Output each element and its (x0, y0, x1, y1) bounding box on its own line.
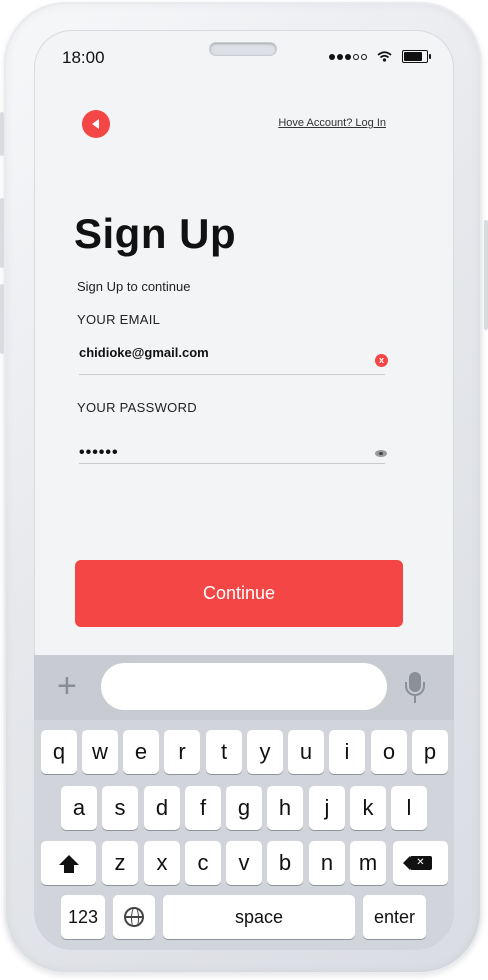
key-e[interactable]: e (123, 730, 159, 774)
status-icons (329, 50, 431, 63)
key-r[interactable]: r (164, 730, 200, 774)
key-i[interactable]: i (329, 730, 365, 774)
key-b[interactable]: b (267, 841, 303, 885)
microphone-icon[interactable] (404, 672, 426, 705)
keyboard-text-input[interactable] (101, 663, 387, 710)
globe-icon (124, 907, 144, 927)
globe-key[interactable] (113, 895, 155, 939)
password-field[interactable]: •••••• (79, 444, 387, 464)
wifi-icon (377, 51, 392, 62)
page-title: Sign Up (74, 210, 237, 257)
space-key[interactable]: space (163, 895, 355, 939)
key-y[interactable]: y (247, 730, 283, 774)
continue-button[interactable]: Continue (75, 560, 403, 627)
key-t[interactable]: t (206, 730, 242, 774)
back-arrow-icon (91, 119, 99, 129)
battery-icon (402, 50, 431, 63)
key-h[interactable]: h (267, 786, 303, 830)
backspace-icon: ✕ (402, 856, 432, 870)
side-button-silent (0, 112, 4, 156)
key-p[interactable]: p (412, 730, 448, 774)
key-a[interactable]: a (61, 786, 97, 830)
eye-icon[interactable] (375, 450, 387, 457)
shift-key[interactable] (41, 841, 96, 885)
key-j[interactable]: j (309, 786, 345, 830)
key-s[interactable]: s (102, 786, 138, 830)
password-label: YOUR PASSWORD (77, 400, 197, 415)
key-k[interactable]: k (350, 786, 386, 830)
key-g[interactable]: g (226, 786, 262, 830)
key-m[interactable]: m (350, 841, 386, 885)
enter-key[interactable]: enter (363, 895, 426, 939)
clear-icon[interactable]: x (375, 354, 388, 367)
email-value: chidioke@gmail.com (79, 345, 209, 360)
key-q[interactable]: q (41, 730, 77, 774)
keyboard-toolbar: + (34, 655, 454, 720)
speaker-grille (210, 43, 276, 55)
key-d[interactable]: d (144, 786, 180, 830)
status-time: 18:00 (62, 48, 105, 67)
key-n[interactable]: n (309, 841, 345, 885)
key-u[interactable]: u (288, 730, 324, 774)
login-link[interactable]: Hove Account? Log In (278, 117, 386, 129)
key-z[interactable]: z (102, 841, 138, 885)
shift-icon (58, 855, 79, 865)
side-button-volume-down (0, 284, 4, 354)
signal-icon (329, 53, 367, 60)
key-o[interactable]: o (371, 730, 407, 774)
page-subtitle: Sign Up to continue (77, 279, 191, 294)
keyboard: + q w e r t y u i o p a s d f g h j k l … (34, 655, 454, 950)
key-w[interactable]: w (82, 730, 118, 774)
email-label: YOUR EMAIL (77, 312, 161, 327)
email-field[interactable]: chidioke@gmail.com x (79, 344, 388, 375)
side-button-volume-up (0, 198, 4, 268)
key-c[interactable]: c (185, 841, 221, 885)
key-l[interactable]: l (391, 786, 427, 830)
key-f[interactable]: f (185, 786, 221, 830)
phone-screen: 18:00 Hove Account? Log In Sign Up Sign … (34, 30, 454, 950)
back-button[interactable] (82, 110, 110, 138)
password-value: •••••• (79, 444, 119, 461)
side-button-power (484, 220, 488, 330)
plus-icon[interactable]: + (57, 669, 77, 703)
numbers-key[interactable]: 123 (61, 895, 105, 939)
key-x[interactable]: x (144, 841, 180, 885)
key-v[interactable]: v (226, 841, 262, 885)
backspace-key[interactable]: ✕ (393, 841, 448, 885)
